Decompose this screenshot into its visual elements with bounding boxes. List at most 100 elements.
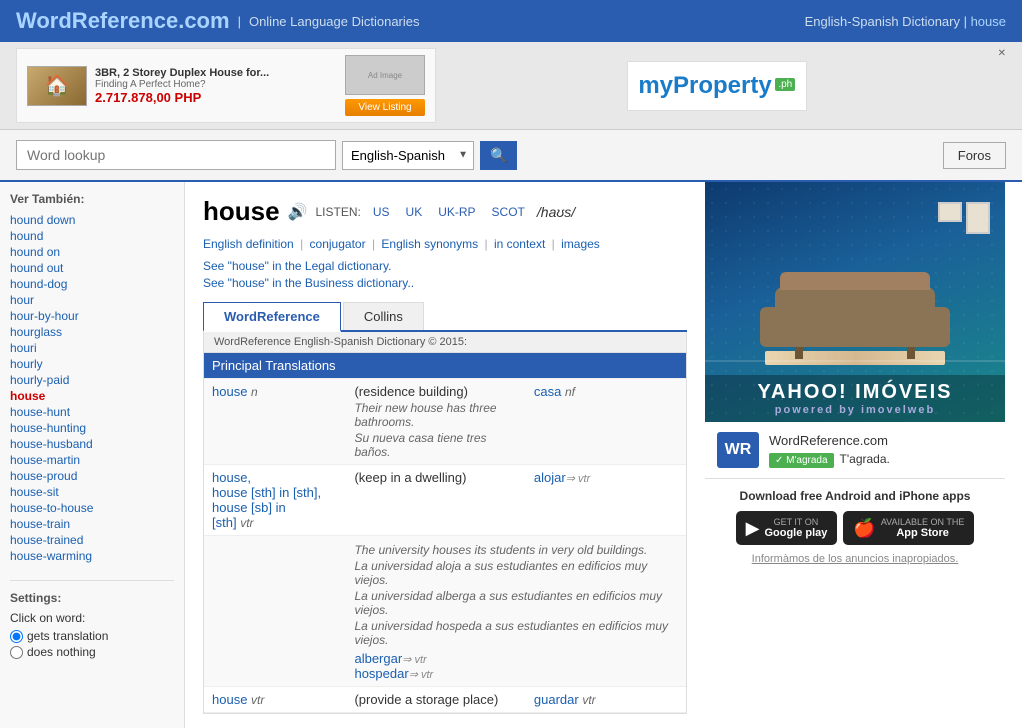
radio-gets-translation-input[interactable] (10, 630, 23, 643)
wordref-promo-title: WordReference.com (769, 433, 890, 448)
tab-wordreference[interactable]: WordReference (203, 302, 341, 332)
lang-select[interactable]: English-Spanish Spanish-English English-… (342, 141, 474, 170)
translation-link[interactable]: alojar (534, 470, 566, 485)
translation-link[interactable]: casa (534, 384, 561, 399)
see-also-business[interactable]: See "house" in the Business dictionary.. (203, 276, 687, 290)
app-download: Download free Android and iPhone apps ▶ … (705, 479, 1005, 575)
search-input[interactable] (16, 140, 336, 170)
tabs: WordReference Collins (203, 302, 687, 332)
foros-button[interactable]: Foros (943, 142, 1006, 169)
accent-uk-button[interactable]: UK (402, 203, 427, 221)
sidebar-link[interactable]: house-hunting (10, 420, 174, 436)
trans-hospedar: hospedar⇒ vtr (354, 666, 433, 681)
settings-label: Settings: (10, 591, 174, 605)
ad-title: 3BR, 2 Storey Duplex House for... (95, 67, 337, 79)
albergar-link[interactable]: albergar (354, 651, 402, 666)
sidebar-link[interactable]: hourglass (10, 324, 174, 340)
wr-logo: WR (717, 432, 759, 468)
sidebar-link-active[interactable]: house (10, 388, 174, 404)
sidebar-link[interactable]: hound (10, 228, 174, 244)
sidebar-link[interactable]: house-martin (10, 452, 174, 468)
accent-us-button[interactable]: US (369, 203, 394, 221)
def-cell: (provide a storage place) (346, 687, 525, 713)
hospedar-link[interactable]: hospedar (354, 666, 408, 681)
sidebar-link[interactable]: hourly-paid (10, 372, 174, 388)
radio-does-nothing[interactable]: does nothing (10, 645, 174, 659)
download-title: Download free Android and iPhone apps (717, 489, 993, 503)
sidebar-link[interactable]: house-husband (10, 436, 174, 452)
sofa-leg (795, 347, 803, 359)
app-store-button[interactable]: 🍎 AVAILABLE ON THE App Store (843, 511, 974, 545)
radio-does-nothing-input[interactable] (10, 646, 23, 659)
sidebar-links: hound down hound hound on hound out houn… (10, 212, 174, 564)
principal-translations-label: Principal Translations (212, 358, 336, 373)
english-synonyms-link[interactable]: English synonyms (381, 237, 478, 251)
google-play-text: GET IT ON Google play (764, 517, 827, 539)
header-right-word[interactable]: house (971, 14, 1006, 29)
sidebar-link[interactable]: house-trained (10, 532, 174, 548)
in-context-link[interactable]: in context (494, 237, 545, 251)
sidebar: Ver También: hound down hound hound on h… (0, 182, 185, 728)
def-cell: (keep in a dwelling) (346, 465, 525, 536)
conjugator-link[interactable]: conjugator (310, 237, 366, 251)
example-es2: La universidad alberga a sus estudiantes… (354, 589, 678, 617)
floor-line (705, 360, 1005, 362)
see-also-legal[interactable]: See "house" in the Legal dictionary. (203, 259, 687, 273)
translations-table: Principal Translations house n (residenc… (204, 353, 686, 713)
ad-brand-block: myProperty .ph (627, 61, 807, 111)
ad-bar: 🏠 3BR, 2 Storey Duplex House for... Find… (0, 42, 1022, 130)
sidebar-link[interactable]: hound on (10, 244, 174, 260)
sofa-leg (907, 347, 915, 359)
ad-sub: Finding A Perfect Home? (95, 79, 337, 90)
sidebar-link[interactable]: hour-by-hour (10, 308, 174, 324)
tab-collins[interactable]: Collins (343, 302, 424, 330)
sidebar-link[interactable]: hourly (10, 356, 174, 372)
sidebar-link[interactable]: house-to-house (10, 500, 174, 516)
header-right: English-Spanish Dictionary | house (805, 14, 1006, 29)
sidebar-link[interactable]: house-sit (10, 484, 174, 500)
examples-cell: The university houses its students in ve… (346, 536, 686, 687)
sidebar-link[interactable]: hound-dog (10, 276, 174, 292)
example-en: Their new house has three bathrooms. (354, 401, 517, 429)
site-name: WordReference (16, 8, 178, 33)
site-tld: .com (178, 8, 229, 33)
search-button[interactable]: 🔍 (480, 141, 517, 170)
trans-pos: nf (565, 385, 575, 399)
google-play-button[interactable]: ▶ GET IT ON Google play (736, 511, 838, 545)
sidebar-link[interactable]: hound out (10, 260, 174, 276)
def-cell: (residence building) Their new house has… (346, 379, 525, 465)
example-es1: La universidad aloja a sus estudiantes e… (354, 559, 678, 587)
radio-gets-translation[interactable]: gets translation (10, 629, 174, 643)
dict-source: WordReference English-Spanish Dictionary… (204, 332, 686, 353)
sidebar-link[interactable]: hour (10, 292, 174, 308)
header-right-text: English-Spanish Dictionary | (805, 14, 971, 29)
get-it-on-label: GET IT ON (764, 517, 827, 527)
site-title[interactable]: WordReference.com (16, 8, 230, 34)
images-link[interactable]: images (561, 237, 600, 251)
google-play-label: Google play (764, 527, 827, 539)
pos: n (251, 385, 258, 399)
sidebar-link[interactable]: house-proud (10, 468, 174, 484)
translation-link[interactable]: guardar (534, 692, 579, 707)
brand-tag: .ph (775, 78, 795, 91)
brand-content: myProperty .ph (638, 72, 795, 100)
separator-3: | (484, 237, 487, 251)
sidebar-link[interactable]: house-warming (10, 548, 174, 564)
english-definition-link[interactable]: English definition (203, 237, 294, 251)
sidebar-link[interactable]: house-hunt (10, 404, 174, 420)
view-listing-button[interactable]: View Listing (345, 99, 425, 116)
accent-scot-button[interactable]: SCOT (488, 203, 529, 221)
wordref-promo: WR WordReference.com ✓ M'agrada T'agrada… (705, 422, 1005, 479)
sofa (775, 287, 935, 347)
ad-corner-close[interactable]: ✕ (998, 48, 1006, 59)
report-ad-link[interactable]: Informàmos de los anuncios inapropiados. (717, 553, 993, 565)
sidebar-link[interactable]: house-train (10, 516, 174, 532)
accent-ukrp-button[interactable]: UK-RP (434, 203, 479, 221)
audio-button[interactable]: 🔊 (288, 202, 308, 222)
frame-1 (938, 202, 962, 222)
trans-cell: casa nf (526, 379, 686, 465)
sidebar-link[interactable]: houri (10, 340, 174, 356)
sidebar-link[interactable]: hound down (10, 212, 174, 228)
content: house 🔊 LISTEN: US UK UK-RP SCOT /haʊs/ … (185, 182, 705, 728)
m-agrada-badge[interactable]: ✓ M'agrada (769, 453, 834, 468)
